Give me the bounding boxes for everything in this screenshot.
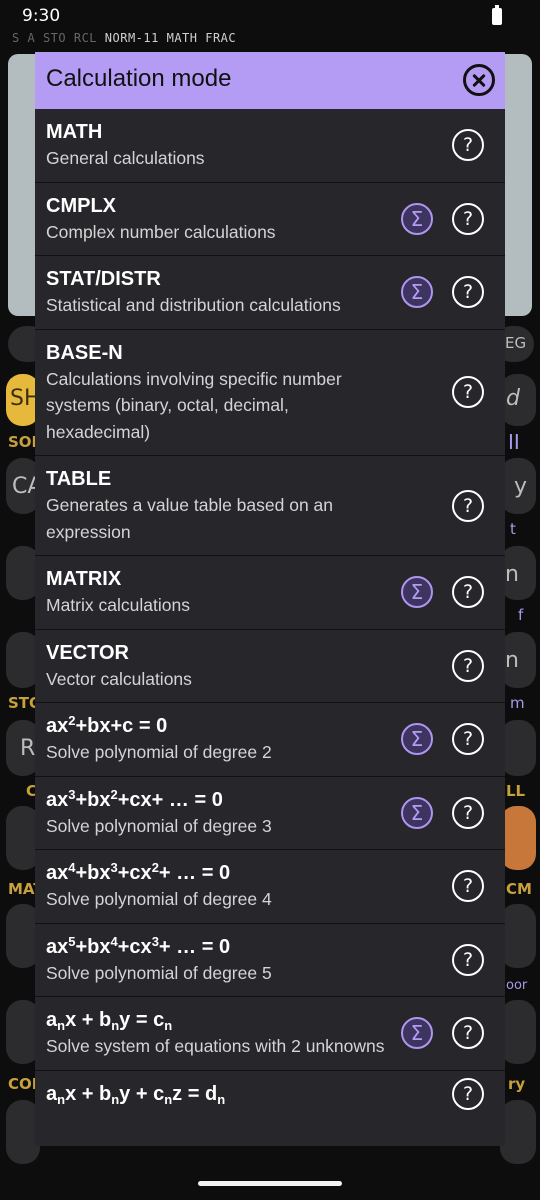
mode-description: Complex number calculations [46,221,276,242]
help-icon[interactable]: ? [452,1017,484,1050]
key-text: n [505,562,519,587]
key-label: m [510,694,525,712]
sigma-icon[interactable]: Σ [401,1017,433,1050]
mode-description: Generates a value table based on an expr… [46,495,334,542]
mode-item-math[interactable]: MATH General calculations? [35,109,505,183]
key-text: EG [505,334,527,352]
mode-item-ax-3-bx-2-cx-0[interactable]: ax3+bx2+cx+ … = 0 Solve polynomial of deg… [35,777,505,850]
sigma-icon[interactable]: Σ [401,276,433,309]
key-text: d [506,386,520,411]
mode-name: VECTOR [46,641,129,664]
key-label: LL [506,782,526,800]
mode-item-cmplx[interactable]: CMPLX Complex number calculations Σ? [35,183,505,256]
dialog-header: Calculation mode [35,52,505,109]
mode-description: Solve polynomial of degree 4 [46,889,272,909]
sigma-icon[interactable]: Σ [401,202,433,235]
mode-description: Calculations involving specific number s… [46,368,342,442]
mode-name: ax3+bx2+cx+ … = 0 [46,786,223,811]
sigma-icon[interactable]: Σ [401,576,433,609]
calc-key-orange[interactable] [500,806,536,870]
mode-item-ax-2-bx-c-0[interactable]: ax2+bx+c = 0 Solve polynomial of degree 2… [35,703,505,777]
mode-name: MATH [46,121,103,143]
status-time: 9:30 [22,6,61,26]
mode-item-stat-distr[interactable]: STAT/DISTR Statistical and distribution c… [35,256,505,330]
mode-name: BASE-N [46,341,123,364]
calc-key[interactable] [500,904,536,968]
calc-status-flags: S A STO RCL NORM-11 MATH FRAC [12,31,236,45]
sigma-icon[interactable]: Σ [401,796,433,829]
help-icon[interactable]: ? [452,202,484,235]
mode-item-base-n[interactable]: BASE-N Calculations involving specific nu… [35,330,505,456]
help-icon[interactable]: ? [452,376,484,409]
sigma-icon[interactable]: Σ [401,723,433,756]
calc-key[interactable] [500,1100,536,1164]
flag-shift: S [12,31,20,45]
help-icon[interactable]: ? [452,489,484,522]
mode-description: Matrix calculations [46,595,190,615]
help-icon[interactable]: ? [452,796,484,829]
mode-description: Solve system of equations with 2 unknown… [46,1036,385,1056]
home-indicator[interactable] [198,1181,342,1186]
key-label: t [510,520,516,538]
flag-norm: NORM-11 [104,31,159,45]
help-icon[interactable]: ? [452,649,484,682]
mode-name: ax2+bx+c = 0 [46,713,168,737]
help-icon[interactable]: ? [452,276,484,309]
mode-item-a-nx-b-ny-c-nz-d-n[interactable]: anx + bny + cnz = dn? [35,1071,505,1117]
key-label: ry [508,1075,526,1093]
help-icon[interactable]: ? [452,576,484,609]
flag-rcl: RCL [73,31,98,45]
mode-name: ax5+bx4+cx3+ … = 0 [46,933,231,958]
battery-icon [492,5,502,25]
mode-item-table[interactable]: TABLE Generates a value table based on an… [35,456,505,556]
mode-name: anx + bny + cnz = dn [46,1082,226,1107]
mode-name: ax4+bx3+cx2+ … = 0 [46,860,231,884]
mode-description: Solve polynomial of degree 2 [46,742,272,762]
dialog-title: Calculation mode [46,65,232,92]
mode-item-vector[interactable]: VECTOR Vector calculations? [35,630,505,703]
mode-name: anx + bny = cn [46,1009,173,1033]
close-icon[interactable] [463,64,495,96]
key-label: oor [506,978,528,993]
key-text: y [514,474,528,499]
mode-item-ax-5-bx-4-cx-3-0[interactable]: ax5+bx4+cx3+ … = 0 Solve polynomial of de… [35,924,505,997]
mode-description: Solve polynomial of degree 5 [46,962,272,983]
help-icon[interactable]: ? [452,870,484,903]
mode-name: CMPLX [46,194,116,217]
help-icon[interactable]: ? [452,129,484,162]
mode-description: Vector calculations [46,668,192,689]
mode-list: MATH General calculations? CMPLX Complex nu… [35,109,505,1117]
key-label: f [518,606,524,624]
mode-name: STAT/DISTR [46,268,161,290]
flag-alpha: A [27,31,36,45]
mode-name: MATRIX [46,568,122,590]
status-bar: 9:30 [0,0,540,32]
flag-sto: STO [42,31,67,45]
calc-key[interactable] [500,1000,536,1064]
key-text: R [20,736,36,761]
key-label: II [508,430,520,454]
mode-description: Statistical and distribution calculation… [46,295,341,315]
flag-frac: FRAC [205,31,237,45]
mode-description: Solve polynomial of degree 3 [46,815,272,836]
mode-name: TABLE [46,468,112,490]
help-icon[interactable]: ? [452,1077,484,1110]
calculation-mode-dialog: Calculation mode MATH General calculation… [35,52,505,1146]
key-text: n [505,648,519,673]
help-icon[interactable]: ? [452,943,484,976]
mode-item-ax-4-bx-3-cx-2-0[interactable]: ax4+bx3+cx2+ … = 0 Solve polynomial of de… [35,850,505,924]
mode-item-a-nx-b-ny-c-n[interactable]: anx + bny = cn Solve system of equations … [35,997,505,1071]
mode-description: General calculations [46,148,205,168]
flag-math: MATH [166,31,198,45]
calc-key[interactable] [500,720,536,776]
help-icon[interactable]: ? [452,723,484,756]
key-label: CM [506,880,532,898]
mode-item-matrix[interactable]: MATRIX Matrix calculations Σ? [35,556,505,630]
